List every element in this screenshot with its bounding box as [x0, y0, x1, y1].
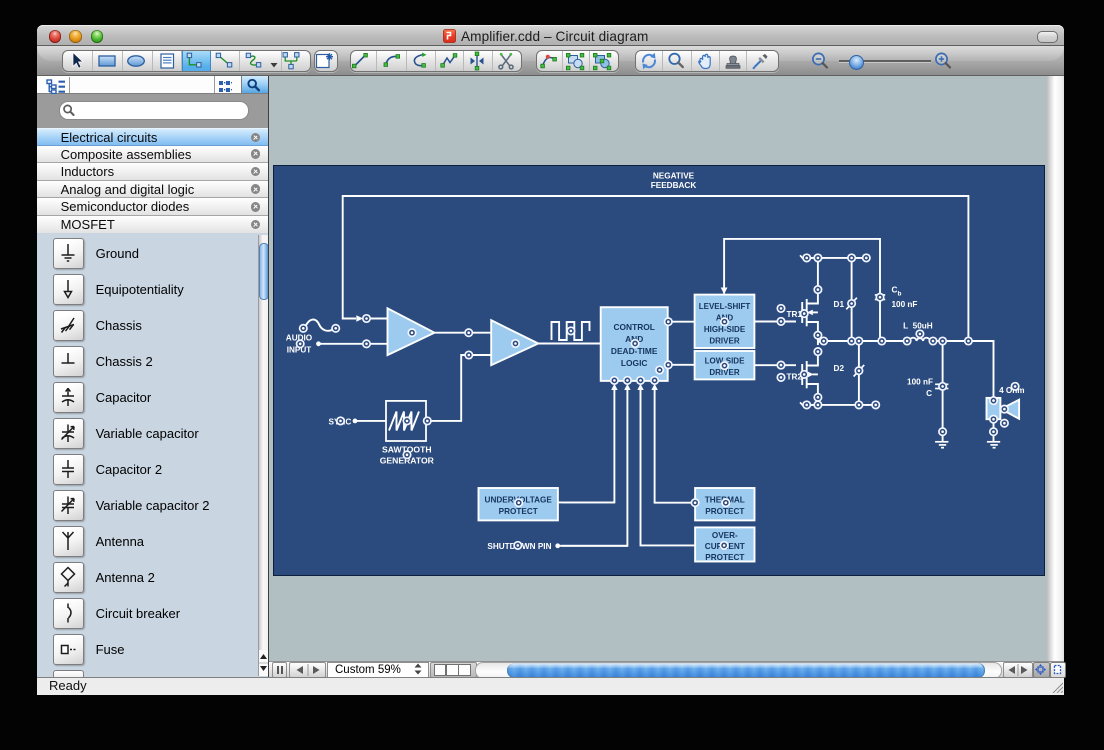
- svg-text:D2: D2: [833, 364, 844, 373]
- svg-text:CONTROL: CONTROL: [613, 322, 654, 332]
- svg-text:FEEDBACK: FEEDBACK: [650, 181, 696, 190]
- svg-text:NEGATIVE: NEGATIVE: [652, 171, 694, 180]
- svg-text:100 nF: 100 nF: [907, 377, 933, 386]
- svg-text:LOGIC: LOGIC: [620, 358, 647, 368]
- svg-text:PROTECT: PROTECT: [705, 553, 744, 562]
- svg-text:D1: D1: [833, 300, 844, 309]
- svg-text:DRIVER: DRIVER: [709, 336, 739, 345]
- svg-text:LEVEL-SHIFT: LEVEL-SHIFT: [698, 302, 750, 311]
- svg-text:PROTECT: PROTECT: [705, 507, 744, 516]
- svg-text:b: b: [897, 291, 901, 298]
- svg-text:C: C: [926, 389, 932, 398]
- svg-text:PROTECT: PROTECT: [498, 507, 537, 516]
- svg-text:L 50uH: L 50uH: [903, 321, 933, 330]
- svg-text:OVER-: OVER-: [711, 531, 737, 540]
- svg-text:100 nF: 100 nF: [891, 300, 917, 309]
